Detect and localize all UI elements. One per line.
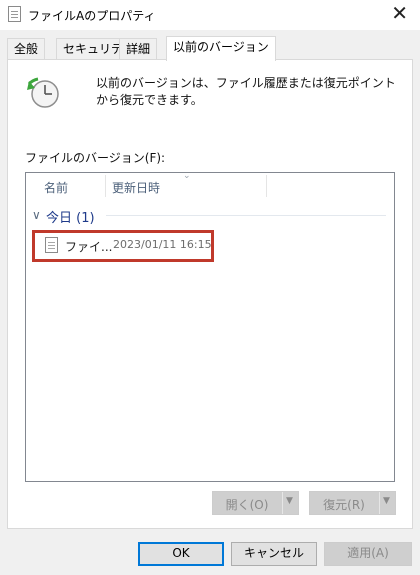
version-row[interactable]: ファイ... 2023/01/11 16:15 xyxy=(32,230,214,262)
column-header: 名前 更新日時 ⌄ xyxy=(26,171,394,199)
column-modified[interactable]: 更新日時 xyxy=(112,179,160,196)
file-icon xyxy=(45,237,58,253)
split-divider xyxy=(379,492,380,514)
restore-dropdown-arrow-icon[interactable]: ▼ xyxy=(383,496,390,506)
group-divider xyxy=(106,215,386,216)
open-button-label: 開く(O) xyxy=(225,498,269,512)
group-title: 今日 (1) xyxy=(46,211,95,226)
close-button[interactable]: ✕ xyxy=(391,3,408,23)
version-modified-date: 2023/01/11 16:15 xyxy=(113,238,212,251)
chevron-down-icon[interactable]: ∨ xyxy=(32,208,41,222)
document-icon xyxy=(8,6,21,22)
restore-button[interactable]: 復元(R) ▼ xyxy=(309,491,396,515)
sort-caret-icon: ⌄ xyxy=(183,171,191,181)
window-title: ファイルAのプロパティ xyxy=(28,9,156,23)
tab-details[interactable]: 詳細 xyxy=(119,38,158,60)
column-divider[interactable] xyxy=(266,175,267,197)
tab-previous-versions[interactable]: 以前のバージョン xyxy=(166,36,276,61)
version-file-name: ファイ... xyxy=(65,240,113,254)
previous-versions-panel: 以前のバージョンは、ファイル履歴または復元ポイントから復元できます。 ファイルの… xyxy=(7,59,413,529)
tab-strip: 全般 セキュリティ 詳細 以前のバージョン xyxy=(0,36,420,61)
tab-general[interactable]: 全般 xyxy=(7,38,46,60)
column-name[interactable]: 名前 xyxy=(44,179,68,196)
open-button[interactable]: 開く(O) ▼ xyxy=(212,491,299,515)
file-versions-label: ファイルのバージョン(F): xyxy=(25,151,166,165)
cancel-button[interactable]: キャンセル xyxy=(231,542,317,566)
column-divider[interactable] xyxy=(105,175,106,197)
apply-button[interactable]: 適用(A) xyxy=(324,542,412,566)
open-dropdown-arrow-icon[interactable]: ▼ xyxy=(286,496,293,506)
group-today[interactable]: ∨ 今日 (1) xyxy=(32,205,388,226)
file-versions-list[interactable]: 名前 更新日時 ⌄ ∨ 今日 (1) ファイ... 2023/01/11 16:… xyxy=(25,171,395,482)
ok-button[interactable]: OK xyxy=(138,542,224,566)
split-divider xyxy=(282,492,283,514)
description-text: 以前のバージョンは、ファイル履歴または復元ポイントから復元できます。 xyxy=(96,76,396,107)
restore-clock-icon xyxy=(27,77,59,108)
title-bar: ファイルAのプロパティ ✕ xyxy=(0,0,420,30)
restore-button-label: 復元(R) xyxy=(323,498,365,512)
